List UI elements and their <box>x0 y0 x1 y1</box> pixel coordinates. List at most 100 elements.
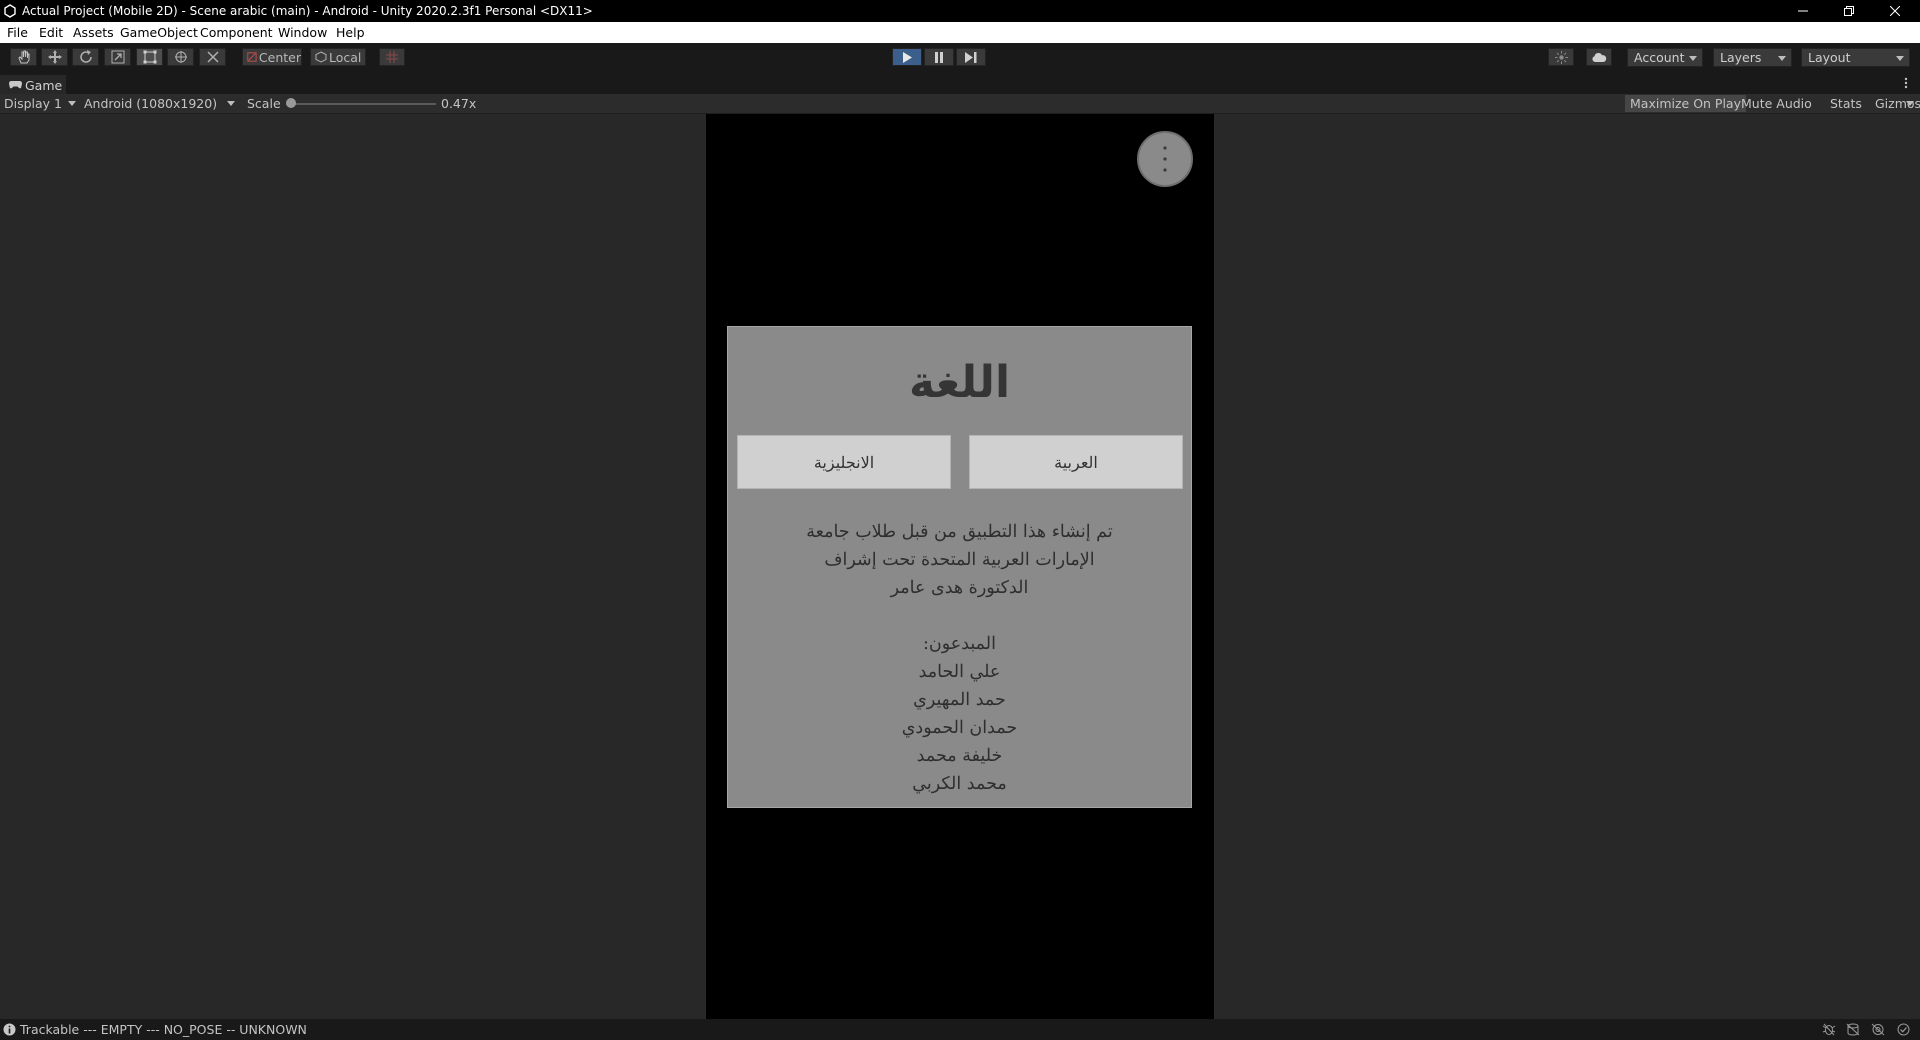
account-label: Account <box>1634 50 1685 65</box>
options-menu-button[interactable] <box>1137 131 1193 187</box>
cloud-button[interactable] <box>1586 48 1612 66</box>
rotate-icon <box>79 50 92 63</box>
layers-dropdown[interactable]: Layers <box>1713 48 1792 67</box>
layout-dropdown[interactable]: Layout <box>1801 48 1910 67</box>
creator-name: علي الحامد <box>918 662 1001 682</box>
pause-button[interactable] <box>924 48 954 66</box>
rotate-tool-button[interactable] <box>72 48 99 66</box>
cloud-icon <box>1592 52 1607 62</box>
layout-label: Layout <box>1808 50 1851 65</box>
more-options-icon[interactable] <box>1904 77 1908 89</box>
menu-file[interactable]: File <box>7 25 28 40</box>
info-icon <box>3 1023 16 1036</box>
menu-window[interactable]: Window <box>278 25 327 40</box>
rect-tool-button[interactable] <box>136 48 163 66</box>
database-icon[interactable] <box>1846 1023 1860 1036</box>
space-label: Local <box>329 49 362 65</box>
menu-bar: File Edit Assets GameObject Component Wi… <box>0 22 1920 43</box>
credits-line: الدكتورة هدى عامر <box>890 578 1029 598</box>
custom-tool-button[interactable] <box>199 48 226 66</box>
menu-component[interactable]: Component <box>200 25 273 40</box>
bug-icon[interactable] <box>1822 1023 1836 1036</box>
credits-line: الإمارات العربية المتحدة تحت إشراف <box>824 550 1095 570</box>
credits-text: تم إنشاء هذا التطبيق من قبل طلاب جامعة ا… <box>728 518 1191 798</box>
chevron-down-icon <box>1896 56 1904 61</box>
layers-label: Layers <box>1720 50 1762 65</box>
mute-audio-toggle[interactable]: Mute Audio <box>1736 95 1817 112</box>
chevron-down-icon <box>1689 56 1697 61</box>
step-icon <box>965 51 977 63</box>
step-button[interactable] <box>956 48 986 66</box>
pause-icon <box>935 51 943 63</box>
collab-button[interactable] <box>1548 48 1574 66</box>
custom-tool-icon <box>206 51 219 63</box>
chevron-down-icon <box>1778 56 1786 61</box>
game-view-toolbar: Display 1 Android (1080x1920) Scale 0.47… <box>0 94 1920 114</box>
rect-tool-icon <box>143 50 156 64</box>
language-panel: اللغة الانجليزية العربية تم إنشاء هذا ال… <box>727 326 1192 808</box>
english-language-button[interactable]: الانجليزية <box>737 435 951 489</box>
scale-label: Scale <box>247 96 281 111</box>
maximize-on-play-toggle[interactable]: Maximize On Play <box>1625 95 1746 112</box>
hand-icon <box>17 50 29 64</box>
close-icon[interactable] <box>1872 0 1918 22</box>
resolution-label: Android (1080x1920) <box>84 96 218 111</box>
creators-heading: المبدعون: <box>922 634 996 654</box>
grid-snap-icon <box>386 51 398 63</box>
target-icon[interactable] <box>1871 1023 1885 1036</box>
play-button[interactable] <box>892 48 922 66</box>
menu-assets[interactable]: Assets <box>73 25 114 40</box>
check-circle-icon[interactable] <box>1897 1023 1910 1036</box>
grid-snap-button[interactable] <box>379 48 405 66</box>
resolution-dropdown[interactable]: Android (1080x1920) <box>80 94 238 113</box>
chevron-down-icon[interactable] <box>1906 101 1914 106</box>
status-bar: Trackable --- EMPTY --- NO_POSE -- UNKNO… <box>0 1019 1920 1040</box>
stats-toggle[interactable]: Stats <box>1825 95 1867 112</box>
vertical-dots-icon <box>1163 146 1167 172</box>
pivot-icon <box>247 52 257 62</box>
account-dropdown[interactable]: Account <box>1627 48 1703 67</box>
scale-tool-button[interactable] <box>104 48 131 66</box>
panel-tab-bar: Game <box>0 72 1920 94</box>
local-space-icon <box>315 51 327 63</box>
move-icon <box>47 50 62 64</box>
chevron-down-icon <box>227 101 235 106</box>
restore-icon[interactable] <box>1826 0 1872 22</box>
move-tool-button[interactable] <box>41 48 68 66</box>
status-message[interactable]: Trackable --- EMPTY --- NO_POSE -- UNKNO… <box>20 1022 307 1037</box>
panel-title: اللغة <box>908 357 1011 408</box>
tab-game-label: Game <box>25 78 63 93</box>
collab-icon <box>1554 50 1568 64</box>
chevron-down-icon <box>68 101 76 106</box>
pivot-center-toggle[interactable]: Center <box>242 48 302 66</box>
scale-value: 0.47x <box>441 96 477 111</box>
window-title: Actual Project (Mobile 2D) - Scene arabi… <box>22 4 593 18</box>
display-dropdown[interactable]: Display 1 <box>0 94 78 113</box>
pivot-space-toggle[interactable]: Local <box>310 48 366 66</box>
transform-tool-button[interactable] <box>167 48 194 66</box>
menu-edit[interactable]: Edit <box>39 25 63 40</box>
gamepad-icon <box>9 81 22 89</box>
main-toolbar: Center Local Account Layers Layout <box>0 43 1920 72</box>
game-view: اللغة الانجليزية العربية تم إنشاء هذا ال… <box>706 114 1214 1019</box>
tab-game[interactable]: Game <box>0 75 66 94</box>
creator-name: محمد الكربي <box>912 774 1007 794</box>
hand-tool-button[interactable] <box>10 48 37 66</box>
creator-name: حمد المهيري <box>913 690 1006 710</box>
minimize-icon[interactable] <box>1780 0 1826 22</box>
unity-logo-icon <box>4 4 16 18</box>
arabic-language-button[interactable]: العربية <box>969 435 1183 489</box>
window-title-bar: Actual Project (Mobile 2D) - Scene arabi… <box>0 0 1920 22</box>
display-label: Display 1 <box>4 96 63 111</box>
scale-icon <box>111 50 124 64</box>
credits-line: تم إنشاء هذا التطبيق من قبل طلاب جامعة <box>806 522 1113 542</box>
transform-icon <box>174 51 187 63</box>
menu-help[interactable]: Help <box>336 25 365 40</box>
scale-slider-thumb[interactable] <box>286 98 296 108</box>
menu-gameobject[interactable]: GameObject <box>120 25 198 40</box>
creator-name: خليفة محمد <box>916 746 1003 766</box>
scale-slider[interactable] <box>286 98 436 110</box>
pivot-label: Center <box>258 49 301 65</box>
play-icon <box>903 51 912 63</box>
scale-slider-track <box>286 103 436 105</box>
